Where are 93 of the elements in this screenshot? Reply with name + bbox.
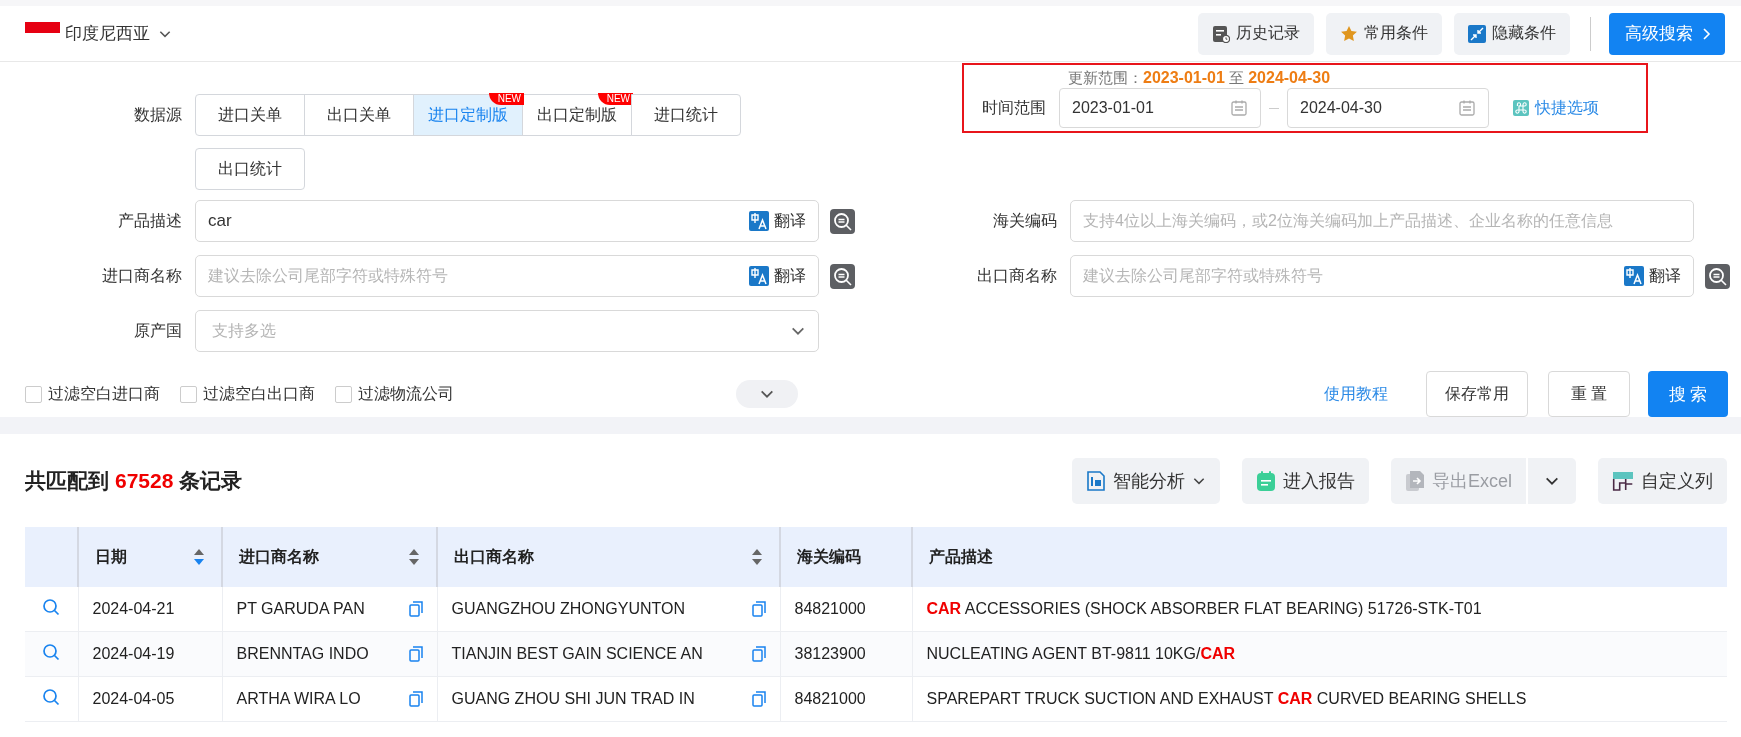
tutorial-link[interactable]: 使用教程 bbox=[1323, 383, 1388, 405]
field-label: 产品描述 bbox=[117, 210, 183, 231]
copy-icon[interactable] bbox=[408, 646, 423, 662]
reset-button[interactable]: 重 置 bbox=[1547, 371, 1630, 417]
toolbar-button[interactable]: 常用条件 bbox=[1326, 12, 1442, 55]
quick-options-link[interactable]: 快捷选项 bbox=[1513, 97, 1599, 119]
table-cell: TIANJIN BEST GAIN SCIENCE AN bbox=[451, 645, 703, 663]
table-cell: 84821000 bbox=[780, 676, 912, 722]
field-label: 进口商名称 bbox=[101, 265, 183, 286]
data-source-tab[interactable]: 进口关单 bbox=[195, 94, 305, 136]
toolbar-button[interactable]: 隐藏条件 bbox=[1454, 12, 1570, 55]
text-field[interactable]: 建议去除公司尾部字符或特殊符号 翻译 bbox=[1070, 255, 1694, 297]
text-field[interactable]: car 翻译 bbox=[195, 200, 819, 242]
copy-icon[interactable] bbox=[751, 691, 766, 707]
translate-button[interactable]: 翻译 bbox=[749, 265, 806, 287]
checkbox[interactable] bbox=[180, 385, 197, 403]
flag-icon bbox=[25, 22, 60, 33]
table-cell: 84821000 bbox=[780, 587, 912, 632]
table-cell: SPAREPART TRUCK SUCTION AND EXHAUST CAR CURVED BEARING SHELLS bbox=[912, 676, 1727, 722]
copy-icon[interactable] bbox=[751, 646, 766, 662]
results-count-heading: 共匹配到 67528 条记录 bbox=[25, 467, 243, 494]
command-icon bbox=[1513, 100, 1529, 116]
chevron-right-icon bbox=[1701, 26, 1713, 41]
table-cell: CAR ACCESSORIES (SHOCK ABSORBER FLAT BEARING) 51726-STK-T01 bbox=[912, 587, 1727, 632]
table-cell: ARTHA WIRA LO bbox=[236, 690, 361, 708]
table-cell: GUANG ZHOU SHI JUN TRAD IN bbox=[451, 690, 695, 708]
translate-button[interactable]: 翻译 bbox=[749, 210, 806, 232]
new-badge: NEW bbox=[488, 93, 524, 105]
toolbar-button[interactable]: 历史记录 bbox=[1198, 12, 1314, 55]
toolbar-button[interactable]: 智能分析 bbox=[1072, 457, 1220, 504]
toolbar-button[interactable]: 自定义列 bbox=[1598, 457, 1727, 504]
search-icon[interactable] bbox=[830, 263, 855, 289]
checkbox[interactable] bbox=[25, 385, 42, 403]
search-icon[interactable] bbox=[42, 643, 61, 661]
field-label: 原产国 bbox=[133, 320, 183, 341]
expand-toggle[interactable] bbox=[736, 380, 798, 408]
sort-icon[interactable] bbox=[193, 548, 205, 566]
data-source-tab[interactable]: 出口关单 bbox=[304, 94, 414, 136]
table-cell: PT GARUDA PAN bbox=[236, 600, 365, 618]
data-source-tab[interactable]: 进口统计 bbox=[631, 94, 741, 136]
document-clock-icon bbox=[1212, 24, 1230, 43]
checkbox-label: 过滤空白出口商 bbox=[203, 383, 315, 404]
country-dropdown[interactable]: 印度尼西亚 bbox=[65, 22, 172, 45]
copy-icon[interactable] bbox=[408, 691, 423, 707]
field-label: 时间范围 bbox=[981, 97, 1047, 118]
table-columns-icon bbox=[1612, 469, 1634, 492]
date-field[interactable]: 2023-01-01 bbox=[1059, 88, 1261, 128]
translate-icon bbox=[749, 211, 769, 231]
calendar-icon bbox=[1458, 99, 1476, 117]
translate-icon bbox=[1624, 266, 1644, 286]
column-header: 海关编码 bbox=[780, 527, 912, 587]
toolbar-button[interactable]: 进入报告 bbox=[1242, 457, 1369, 504]
column-header: 产品描述 bbox=[912, 527, 1727, 587]
column-header[interactable]: 出口商名称 bbox=[437, 527, 780, 587]
data-source-tab[interactable]: 出口统计 bbox=[195, 148, 305, 190]
text-field[interactable]: 建议去除公司尾部字符或特殊符号 翻译 bbox=[195, 255, 819, 297]
table-cell: 2024-04-21 bbox=[78, 587, 222, 632]
bi-chart-icon bbox=[1086, 469, 1106, 492]
checkbox-label: 过滤物流公司 bbox=[358, 383, 454, 404]
field-label: 数据源 bbox=[133, 105, 183, 125]
field-label: 出口商名称 bbox=[976, 265, 1058, 286]
update-range-text: 更新范围：2023-01-01 至 2024-04-30 bbox=[1068, 69, 1332, 88]
save-button[interactable]: 保存常用 bbox=[1425, 371, 1528, 417]
range-separator bbox=[1269, 107, 1279, 109]
calendar-icon bbox=[1230, 99, 1248, 117]
table-cell: NUCLEATING AGENT BT-9811 10KG/CAR bbox=[912, 631, 1727, 677]
table-cell: 2024-04-05 bbox=[78, 676, 222, 722]
checkbox[interactable] bbox=[335, 385, 352, 403]
translate-icon bbox=[749, 266, 769, 286]
search-icon[interactable] bbox=[1705, 263, 1730, 289]
search-icon[interactable] bbox=[42, 688, 61, 706]
sort-icon[interactable] bbox=[408, 548, 420, 566]
table-cell: 38123900 bbox=[780, 631, 912, 677]
copy-icon[interactable] bbox=[751, 601, 766, 617]
translate-button[interactable]: 翻译 bbox=[1624, 265, 1681, 287]
star-icon bbox=[1340, 24, 1358, 43]
sort-icon[interactable] bbox=[751, 548, 763, 566]
table-cell: 2024-04-19 bbox=[78, 631, 222, 677]
export-document-icon bbox=[1405, 469, 1425, 492]
field-label: 海关编码 bbox=[992, 210, 1058, 231]
table-cell: BRENNTAG INDO bbox=[236, 645, 369, 663]
checkbox-label: 过滤空白进口商 bbox=[48, 383, 160, 404]
date-field[interactable]: 2024-04-30 bbox=[1287, 88, 1489, 128]
column-header[interactable]: 日期 bbox=[78, 527, 222, 587]
search-icon[interactable] bbox=[830, 208, 855, 234]
copy-icon[interactable] bbox=[408, 601, 423, 617]
advanced-search-button[interactable]: 高级搜索 bbox=[1609, 12, 1725, 55]
search-icon[interactable] bbox=[42, 598, 61, 616]
collapse-arrows-icon bbox=[1468, 24, 1486, 43]
column-header[interactable]: 进口商名称 bbox=[222, 527, 437, 587]
table-cell: GUANGZHOU ZHONGYUNTON bbox=[451, 600, 685, 618]
search-button[interactable]: 搜 索 bbox=[1648, 371, 1728, 417]
notepad-icon bbox=[1256, 469, 1276, 492]
